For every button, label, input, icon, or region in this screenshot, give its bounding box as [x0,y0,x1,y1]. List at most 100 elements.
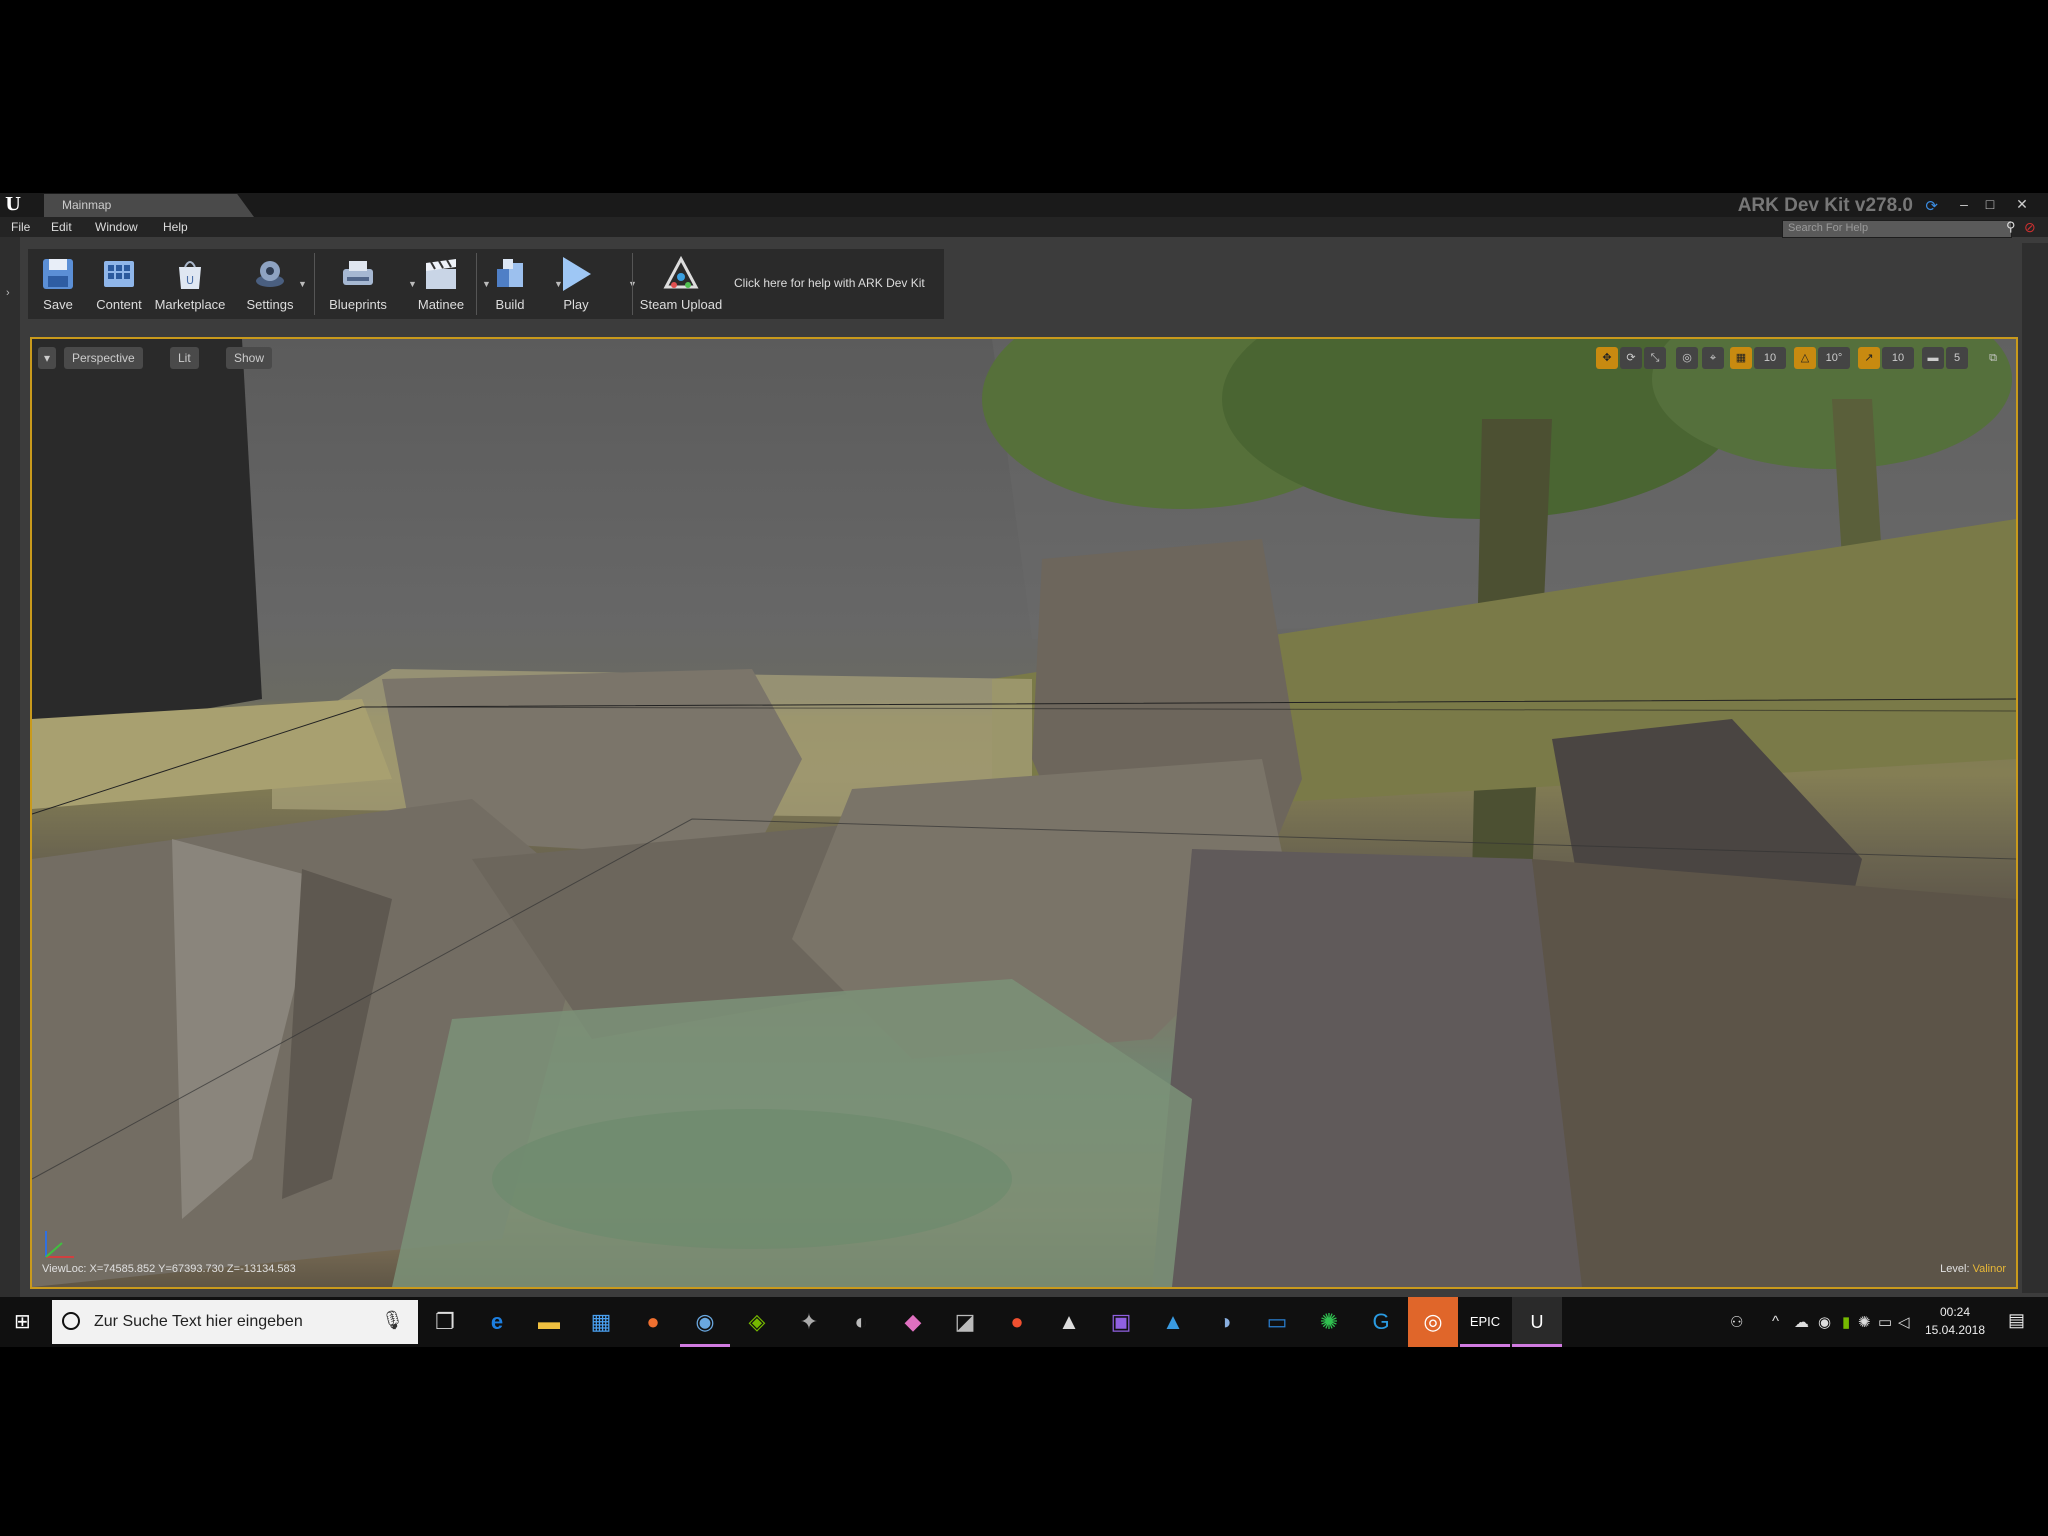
steam-upload-label: Steam Upload [639,297,723,312]
close-button[interactable]: ✕ [2008,193,2036,215]
game-app-icon[interactable]: ✦ [784,1297,834,1347]
editor-window: U Mainmap ARK Dev Kit v278.0 ⟳ – □ ✕ Fil… [0,193,2048,1297]
paint-icon[interactable]: ◆ [888,1297,938,1347]
nvidia-icon[interactable]: ◈ [732,1297,782,1347]
main-toolbar: Save Content U Marketplace Settings ▼ Bl… [28,249,944,319]
surface-snap-icon[interactable]: ⌖ [1702,347,1724,369]
blueprints-button[interactable]: Blueprints ▼ [318,249,417,319]
settings-button[interactable]: Settings ▼ [238,249,307,319]
content-button[interactable]: Content [92,249,146,319]
settings-dropdown-icon[interactable]: ▼ [298,279,307,289]
perspective-button[interactable]: Perspective [64,347,143,369]
unreal-logo-icon: U [5,194,21,215]
content-label: Content [96,297,142,312]
translate-icon[interactable]: ✥ [1596,347,1618,369]
scale-icon[interactable]: ⤡ [1644,347,1666,369]
menu-edit[interactable]: Edit [51,220,72,234]
epic-games-icon[interactable]: EPIC [1460,1297,1510,1347]
matinee-button[interactable]: Matinee ▼ [404,249,491,319]
tab-mainmap[interactable]: Mainmap [44,194,254,217]
search-icon[interactable]: ⚲ [2006,219,2016,235]
grid-snap-icon[interactable]: ▦ [1730,347,1752,369]
show-button[interactable]: Show [226,347,273,369]
matinee-label: Matinee [417,297,465,312]
minimize-button[interactable]: – [1950,193,1978,215]
origin-icon[interactable]: ● [992,1297,1042,1347]
help-search-input[interactable]: Search For Help [1782,220,2012,238]
arkdevkit-icon[interactable]: ▲ [1148,1297,1198,1347]
marketplace-button[interactable]: U Marketplace [152,249,228,319]
blueprints-icon [343,261,373,285]
twitch-icon[interactable]: ▣ [1096,1297,1146,1347]
source-control-icon[interactable]: ⟳ [1925,197,1938,215]
menu-help[interactable]: Help [163,220,188,234]
edge-icon[interactable]: e [472,1297,522,1347]
editor-app-icon[interactable]: ◪ [940,1297,990,1347]
level-viewport[interactable]: ▾ Perspective Lit Show ✥ ⟳ ⤡ ◎ ⌖ ▦ 10 △ … [30,337,2018,1289]
help-link[interactable]: Click here for help with ARK Dev Kit [734,276,925,290]
build-button[interactable]: Build ▼ [480,249,563,319]
active-orange-app-icon[interactable]: ◎ [1408,1297,1458,1347]
maximize-button[interactable]: □ [1976,193,2004,215]
marketplace-icon: U [179,261,201,289]
network-icon[interactable]: ▭ [1878,1313,1892,1331]
play-icon [563,257,591,291]
grid-snap-value[interactable]: 10 [1754,347,1786,369]
camera-speed-value[interactable]: 5 [1946,347,1968,369]
volume-icon[interactable]: ◁ [1898,1313,1910,1331]
maximize-viewport-icon[interactable]: ⧉ [1982,347,2004,369]
unreal-editor-icon[interactable]: U [1512,1297,1562,1347]
menu-window[interactable]: Window [95,220,138,234]
viewport-options-button[interactable]: ▾ [38,347,57,369]
obs-icon[interactable]: ◐ [836,1297,886,1347]
tray-expand-icon[interactable]: ^ [1772,1313,1779,1330]
rotation-snap-value[interactable]: 10° [1818,347,1850,369]
logitech-icon[interactable]: G [1356,1297,1406,1347]
windows-start-icon[interactable]: ⊞ [14,1311,36,1333]
steamvr-icon[interactable]: ◑ [1200,1297,1250,1347]
rotate-icon[interactable]: ⟳ [1620,347,1642,369]
expand-arrow-icon[interactable]: › [6,287,10,299]
stop-icon[interactable]: ⊘ [2024,219,2036,236]
scene-render [32,339,2016,1287]
steam-upload-button[interactable]: Steam Upload [636,249,726,319]
taskbar-search-placeholder: Zur Suche Text hier eingeben [94,1313,303,1330]
scale-snap-icon[interactable]: ↗ [1858,347,1880,369]
steam-icon[interactable]: ◉ [680,1297,730,1347]
current-level: Level: Valinor [1940,1263,2006,1275]
right-panel-collapsed [2022,243,2048,1293]
razer-tray-icon[interactable]: ✺ [1858,1313,1871,1331]
nvidia-tray-icon[interactable]: ▮ [1842,1313,1850,1331]
razer-icon[interactable]: ✺ [1304,1297,1354,1347]
task-view-icon[interactable]: ❐ [420,1297,470,1347]
taskbar-search-input[interactable]: Zur Suche Text hier eingeben 🎙 [52,1300,418,1344]
action-center-icon[interactable]: ▤ [2008,1310,2025,1331]
firefox-icon[interactable]: ● [628,1297,678,1347]
steam-tray-icon[interactable]: ◉ [1818,1313,1831,1331]
onedrive-icon[interactable]: ☁ [1794,1313,1809,1331]
menu-file[interactable]: File [11,220,30,234]
rotation-snap-icon[interactable]: △ [1794,347,1816,369]
clock-date: 15.04.2018 [1924,1323,1986,1337]
matinee-icon [426,259,456,289]
file-explorer-icon[interactable]: ▬ [524,1297,574,1347]
build-icon [497,259,523,287]
windows-taskbar: ⊞ Zur Suche Text hier eingeben 🎙 ❐ e ▬ ▦… [0,1297,2048,1347]
window-app-icon[interactable]: ▭ [1252,1297,1302,1347]
scale-snap-value[interactable]: 10 [1882,347,1914,369]
content-icon [104,261,134,287]
camera-speed-icon[interactable]: ▬ [1922,347,1944,369]
microphone-icon[interactable]: 🎙 [381,1310,404,1331]
play-button[interactable]: Play ▼ [546,249,637,319]
save-button[interactable]: Save [32,249,84,319]
left-panel-collapsed: › [0,237,20,1297]
app-title: ARK Dev Kit v278.0 [1737,195,1913,216]
world-space-icon[interactable]: ◎ [1676,347,1698,369]
settings-icon [256,261,284,287]
store-icon[interactable]: ▦ [576,1297,626,1347]
tab-label: Mainmap [62,198,112,212]
people-icon[interactable]: ⚇ [1730,1313,1743,1331]
system-clock[interactable]: 00:24 15.04.2018 [1915,1303,1995,1339]
ark-icon[interactable]: ▲ [1044,1297,1094,1347]
lit-button[interactable]: Lit [170,347,199,369]
